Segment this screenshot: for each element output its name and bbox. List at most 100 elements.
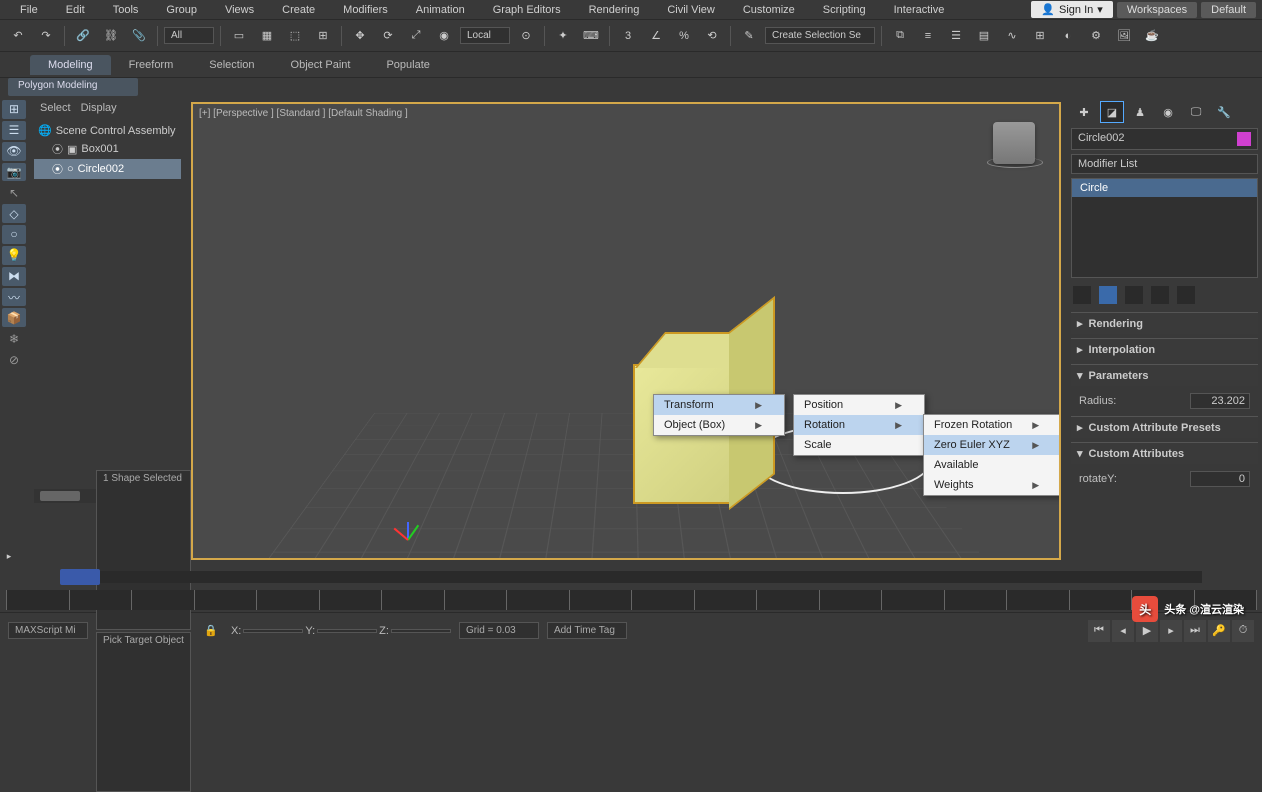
display-icon[interactable]: 👁 (2, 142, 26, 161)
material-editor-button[interactable]: ◐ (1056, 24, 1080, 48)
stack-item-circle[interactable]: Circle (1072, 179, 1257, 197)
ctx-zero-euler[interactable]: Zero Euler XYZ▶ (924, 435, 1061, 455)
menu-animation[interactable]: Animation (402, 2, 479, 18)
container-icon[interactable]: 📦 (2, 308, 26, 327)
z-spinner[interactable] (391, 629, 451, 633)
use-center-button[interactable]: ⊙ (514, 24, 538, 48)
shape-icon[interactable]: ○ (2, 225, 26, 244)
rollout-ca-presets[interactable]: ▸Custom Attribute Presets (1071, 416, 1258, 438)
tree-item-box[interactable]: ⦿ ▣ Box001 (34, 139, 181, 159)
remove-modifier-icon[interactable] (1151, 286, 1169, 304)
workspace-dropdown[interactable]: Workspaces (1117, 2, 1197, 18)
play-icon[interactable]: ▶ (1136, 620, 1158, 642)
camera-icon[interactable]: 📷 (2, 163, 26, 182)
viewport-label[interactable]: [+] [Perspective ] [Standard ] [Default … (199, 108, 408, 119)
select-name-button[interactable]: ▦ (255, 24, 279, 48)
toggle-ribbon-button[interactable]: ▤ (972, 24, 996, 48)
pin-stack-icon[interactable] (1073, 286, 1091, 304)
schematic-button[interactable]: ⊞ (1028, 24, 1052, 48)
placement-button[interactable]: ◉ (432, 24, 456, 48)
render-frame-button[interactable]: 🖼 (1112, 24, 1136, 48)
utilities-tab-icon[interactable]: 🔧 (1213, 102, 1235, 122)
menu-rendering[interactable]: Rendering (575, 2, 654, 18)
render-button[interactable]: ☕ (1140, 24, 1164, 48)
rollout-parameters[interactable]: ▾Parameters (1071, 364, 1258, 386)
radius-spinner[interactable]: 23.202 (1190, 393, 1250, 409)
ribbon-tab-objectpaint[interactable]: Object Paint (273, 55, 369, 75)
bind-button[interactable]: 📎 (127, 24, 151, 48)
modifier-stack[interactable]: Circle (1071, 178, 1258, 278)
signin-button[interactable]: 👤 Sign In ▾ (1031, 1, 1112, 18)
key-mode-icon[interactable]: 🔑 (1208, 620, 1230, 642)
mirror-button[interactable]: ⧉ (888, 24, 912, 48)
ctx-scale[interactable]: Scale (794, 435, 924, 455)
redo-button[interactable]: ↷ (34, 24, 58, 48)
undo-button[interactable]: ↶ (6, 24, 30, 48)
named-selection-dropdown[interactable]: Create Selection Se (765, 27, 875, 44)
tree-root[interactable]: 🌐 Scene Control Assembly (34, 122, 181, 139)
helper-icon[interactable]: ◇ (2, 204, 26, 223)
x-spinner[interactable] (243, 629, 303, 633)
expand-toggle[interactable]: ▸ (2, 551, 16, 562)
configure-sets-icon[interactable] (1177, 286, 1195, 304)
make-unique-icon[interactable] (1125, 286, 1143, 304)
scene-tab-select[interactable]: Select (40, 102, 71, 114)
hidden-icon[interactable]: ⊘ (2, 350, 26, 369)
ctx-transform[interactable]: Transform▶ (654, 395, 784, 415)
time-slider-thumb[interactable] (60, 569, 100, 585)
ribbon-tab-modeling[interactable]: Modeling (30, 55, 111, 75)
modifier-list-dropdown[interactable]: Modifier List (1071, 154, 1258, 174)
refcoord-dropdown[interactable]: Local (460, 27, 510, 44)
angle-snap[interactable]: ∠ (644, 24, 668, 48)
create-tab-icon[interactable]: ✚ (1073, 102, 1095, 122)
timeline-ruler[interactable] (6, 590, 1256, 610)
ctx-object-box[interactable]: Object (Box)▶ (654, 415, 784, 435)
scale-button[interactable]: ⤢ (404, 24, 428, 48)
unlink-button[interactable]: ⛓ (99, 24, 123, 48)
keyboard-button[interactable]: ⌨ (579, 24, 603, 48)
ctx-available[interactable]: Available (924, 455, 1061, 475)
bone-icon[interactable]: ⧓ (2, 267, 26, 286)
menu-file[interactable]: File (6, 2, 52, 18)
align-button[interactable]: ≡ (916, 24, 940, 48)
space-warp-icon[interactable]: 〰 (2, 288, 26, 307)
viewport[interactable]: [+] [Perspective ] [Standard ] [Default … (191, 102, 1061, 560)
show-end-result-icon[interactable] (1099, 286, 1117, 304)
motion-tab-icon[interactable]: ◉ (1157, 102, 1179, 122)
rollout-interpolation[interactable]: ▸Interpolation (1071, 338, 1258, 360)
percent-snap[interactable]: % (672, 24, 696, 48)
layer-explorer-icon[interactable]: ☰ (2, 121, 26, 140)
edit-selection-button[interactable]: ✎ (737, 24, 761, 48)
layers-button[interactable]: ☰ (944, 24, 968, 48)
modify-tab-icon[interactable]: ◪ (1101, 102, 1123, 122)
rect-select-button[interactable]: ⬚ (283, 24, 307, 48)
frozen-icon[interactable]: ❄ (2, 329, 26, 348)
curve-editor-button[interactable]: ∿ (1000, 24, 1024, 48)
spinner-snap[interactable]: ⟲ (700, 24, 724, 48)
snap-toggle[interactable]: 3 (616, 24, 640, 48)
rotatey-spinner[interactable]: 0 (1190, 471, 1250, 487)
selection-filter[interactable]: All (164, 27, 214, 44)
menu-tools[interactable]: Tools (99, 2, 153, 18)
time-config-icon[interactable]: ⏱ (1232, 620, 1254, 642)
menu-create[interactable]: Create (268, 2, 329, 18)
object-color-swatch[interactable] (1237, 132, 1251, 146)
y-spinner[interactable] (317, 629, 377, 633)
select-button[interactable]: ▭ (227, 24, 251, 48)
hierarchy-tab-icon[interactable]: ♟ (1129, 102, 1151, 122)
menu-civil-view[interactable]: Civil View (653, 2, 728, 18)
viewcube[interactable] (993, 122, 1035, 164)
window-crossing-button[interactable]: ⊞ (311, 24, 335, 48)
menu-interactive[interactable]: Interactive (880, 2, 959, 18)
workspace-preset[interactable]: Default (1201, 2, 1256, 18)
object-name-field[interactable]: Circle002 (1071, 128, 1258, 150)
manipulate-button[interactable]: ✦ (551, 24, 575, 48)
lock-selection-icon[interactable]: 🔒 (199, 619, 223, 643)
ribbon-panel-label[interactable]: Polygon Modeling (8, 78, 138, 96)
tree-item-circle[interactable]: ⦿ ○ Circle002 (34, 159, 181, 179)
rotate-button[interactable]: ⟳ (376, 24, 400, 48)
ctx-frozen-rotation[interactable]: Frozen Rotation▶ (924, 415, 1061, 435)
menu-modifiers[interactable]: Modifiers (329, 2, 402, 18)
ctx-weights[interactable]: Weights▶ (924, 475, 1061, 495)
move-button[interactable]: ✥ (348, 24, 372, 48)
